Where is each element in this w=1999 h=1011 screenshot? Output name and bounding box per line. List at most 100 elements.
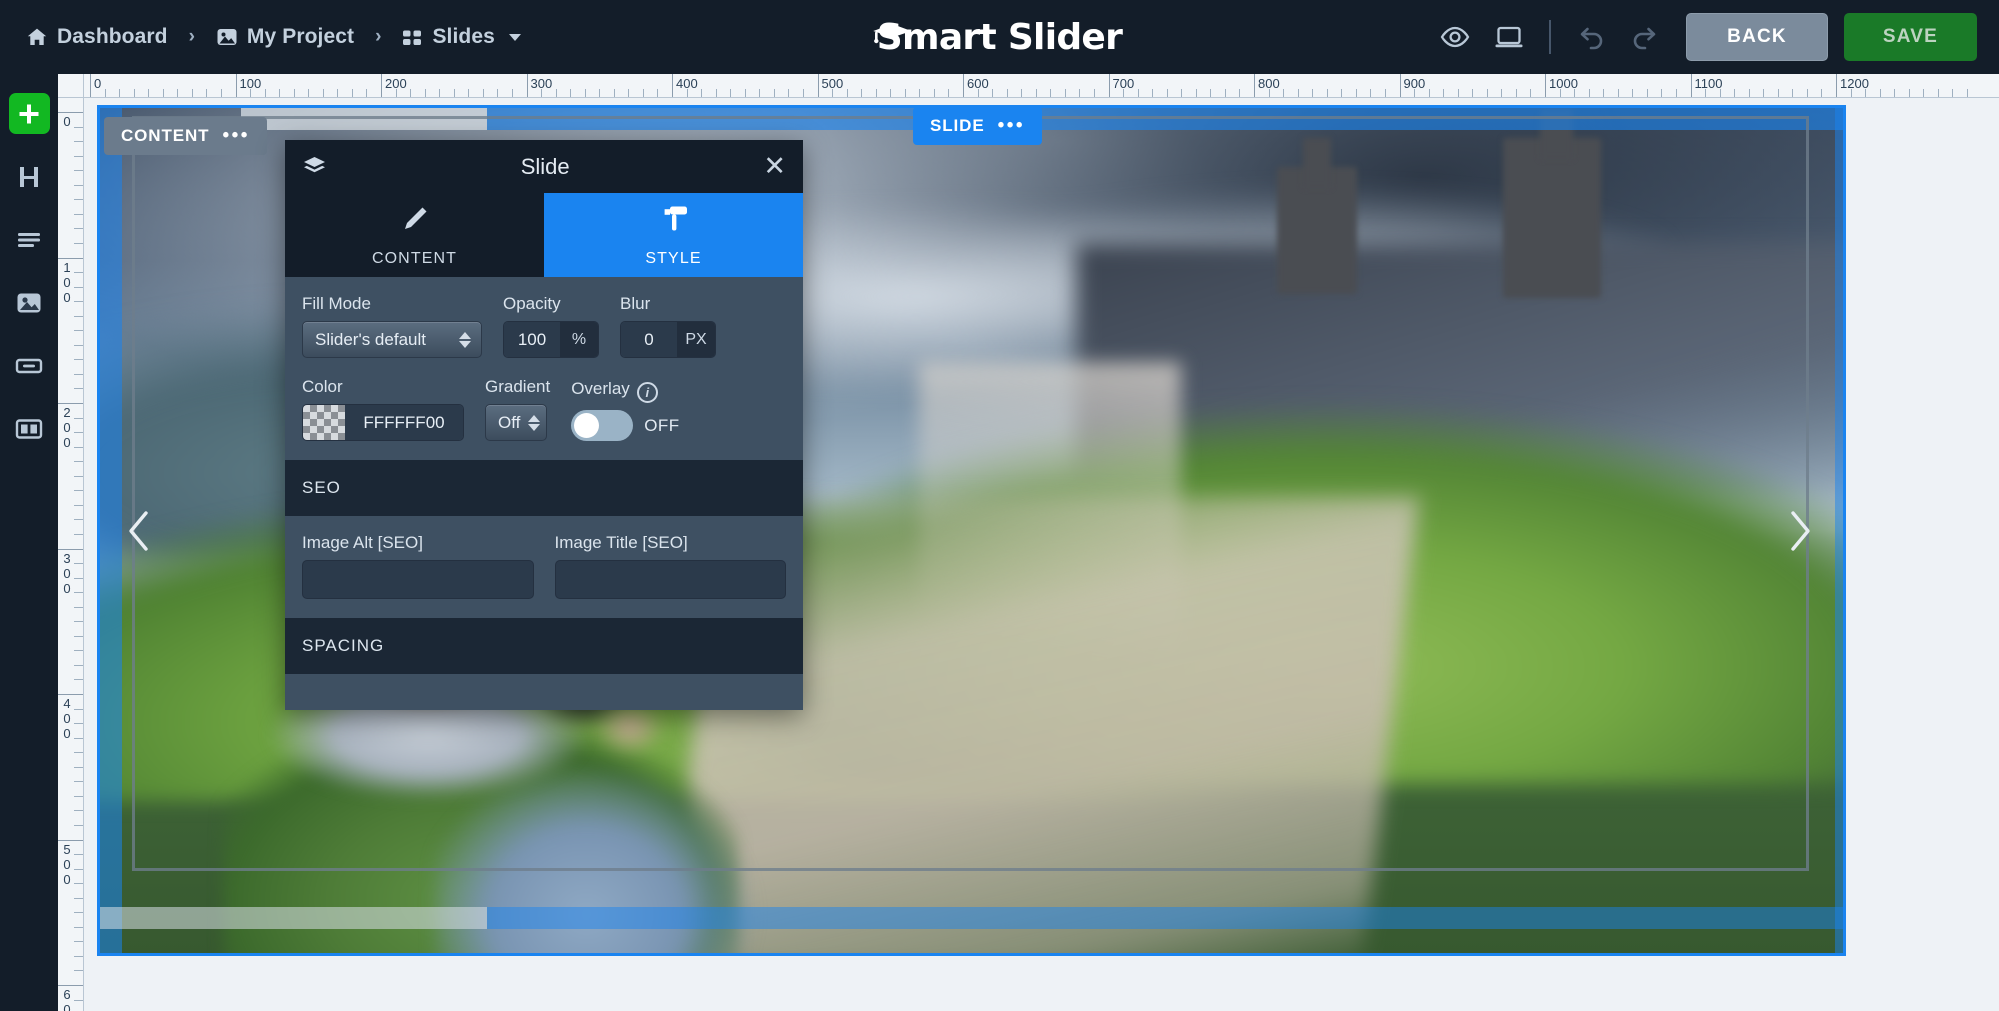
ruler-label: 400 [60, 696, 74, 741]
slide-badge[interactable]: SLIDE ••• [913, 107, 1042, 145]
ruler-tick-minor [1429, 89, 1430, 98]
ruler-tick-minor [1065, 89, 1066, 98]
color-swatch[interactable] [303, 405, 345, 440]
ruler-tick-minor [74, 170, 83, 171]
text-layer-button[interactable] [9, 219, 50, 260]
color-input-group[interactable] [302, 404, 464, 441]
ruler-tick-minor [74, 956, 83, 957]
ruler-tick-minor [628, 89, 629, 98]
ruler-tick-minor [74, 374, 83, 375]
overlay-toggle[interactable] [571, 410, 633, 441]
close-icon[interactable]: ✕ [763, 153, 786, 180]
image-alt-input[interactable] [302, 560, 534, 599]
ruler-tick-minor [1778, 89, 1779, 98]
ruler-tick-minor [163, 89, 164, 98]
row-layer-button[interactable] [9, 408, 50, 449]
ruler-tick-minor [74, 607, 83, 608]
ruler-tick-major [58, 985, 84, 986]
ruler-tick-minor [74, 432, 83, 433]
ruler-tick-major [58, 258, 84, 259]
ruler-label: 100 [236, 76, 262, 91]
heading-layer-button[interactable] [9, 156, 50, 197]
image-alt-field: Image Alt [SEO] [302, 533, 534, 599]
ruler-tick-minor [948, 89, 949, 98]
slide-right-selection-edge [1835, 108, 1843, 953]
tab-content-label: CONTENT [372, 250, 457, 268]
fill-mode-select[interactable]: Slider's default [302, 321, 482, 358]
seo-section-header[interactable]: SEO [285, 460, 803, 516]
ruler-tick-minor [74, 272, 83, 273]
prev-slide-arrow[interactable] [112, 504, 166, 558]
modal-header: Slide ✕ [285, 140, 803, 193]
ruler-tick-minor [1938, 89, 1939, 98]
ruler-label: 700 [1109, 76, 1135, 91]
spacing-section-header[interactable]: SPACING [285, 618, 803, 674]
ruler-tick-minor [1632, 89, 1633, 98]
breadcrumb: Dashboard › My Project › Slides [0, 21, 529, 53]
ruler-tick-minor [745, 89, 746, 98]
gradient-field: Gradient Off [485, 377, 550, 441]
ruler-tick-minor [74, 621, 83, 622]
info-icon[interactable]: i [637, 382, 658, 403]
ruler-tick-minor [614, 89, 615, 98]
ruler-tick-minor [1472, 89, 1473, 98]
slide-bottom-band-light [100, 907, 487, 929]
horizontal-ruler[interactable]: 0100200300400500600700800900100011001200 [58, 74, 1999, 98]
ruler-tick-minor [1734, 89, 1735, 98]
ruler-tick-minor [1705, 89, 1706, 98]
next-slide-arrow[interactable] [1773, 504, 1827, 558]
app-logo: Smart Slider [877, 0, 1122, 74]
ruler-tick-minor [1050, 89, 1051, 98]
content-layer-badge[interactable]: CONTENT ••• [104, 117, 267, 155]
button-layer-button[interactable] [9, 345, 50, 386]
ruler-tick-minor [308, 89, 309, 98]
app-logo-text: Smart Slider [877, 17, 1122, 58]
ruler-tick-minor [323, 89, 324, 98]
preview-eye-icon[interactable] [1428, 10, 1482, 64]
opacity-field: Opacity % [503, 294, 599, 358]
ruler-tick-minor [1181, 89, 1182, 98]
tab-style[interactable]: STYLE [544, 193, 803, 277]
ruler-tick-minor [585, 89, 586, 98]
layers-icon[interactable] [302, 154, 327, 179]
gradient-select[interactable]: Off [485, 404, 547, 441]
blur-input[interactable] [621, 322, 677, 357]
ruler-tick-minor [279, 89, 280, 98]
image-layer-button[interactable] [9, 282, 50, 323]
color-hex-input[interactable] [345, 405, 463, 440]
blur-input-group[interactable]: PX [620, 321, 716, 358]
opacity-input-group[interactable]: % [503, 321, 599, 358]
ruler-label: 900 [1400, 76, 1426, 91]
modal-title: Slide [327, 154, 763, 180]
ruler-tick-minor [74, 810, 83, 811]
breadcrumb-dashboard-label: Dashboard [57, 25, 168, 49]
slide-badge-menu-icon[interactable]: ••• [998, 115, 1025, 137]
breadcrumb-slides[interactable]: Slides [394, 21, 528, 53]
background-building-1-tower [1303, 138, 1331, 189]
redo-icon[interactable] [1618, 10, 1672, 64]
image-title-input[interactable] [555, 560, 787, 599]
content-badge-label: CONTENT [121, 126, 209, 146]
ruler-tick-minor [803, 89, 804, 98]
image-title-field: Image Title [SEO] [555, 533, 787, 599]
content-badge-menu-icon[interactable]: ••• [222, 125, 249, 147]
ruler-tick-minor [294, 89, 295, 98]
ruler-tick-minor [74, 781, 83, 782]
ruler-tick-minor [1865, 89, 1866, 98]
undo-icon[interactable] [1564, 10, 1618, 64]
back-button[interactable]: BACK [1686, 13, 1828, 61]
breadcrumb-separator-2: › [366, 26, 390, 48]
tab-content[interactable]: CONTENT [285, 193, 544, 277]
opacity-input[interactable] [504, 322, 560, 357]
ruler-tick-minor [1647, 89, 1648, 98]
save-button[interactable]: SAVE [1844, 13, 1977, 61]
breadcrumb-dashboard[interactable]: Dashboard [18, 21, 176, 53]
device-desktop-icon[interactable] [1482, 10, 1536, 64]
ruler-tick-minor [1487, 89, 1488, 98]
gradient-label: Gradient [485, 377, 550, 397]
vertical-ruler[interactable]: 0100200300400500600 [58, 98, 84, 1011]
ruler-label: 200 [60, 405, 74, 450]
breadcrumb-my-project[interactable]: My Project [208, 21, 362, 53]
add-layer-button[interactable] [9, 93, 50, 134]
ruler-tick-minor [74, 578, 83, 579]
